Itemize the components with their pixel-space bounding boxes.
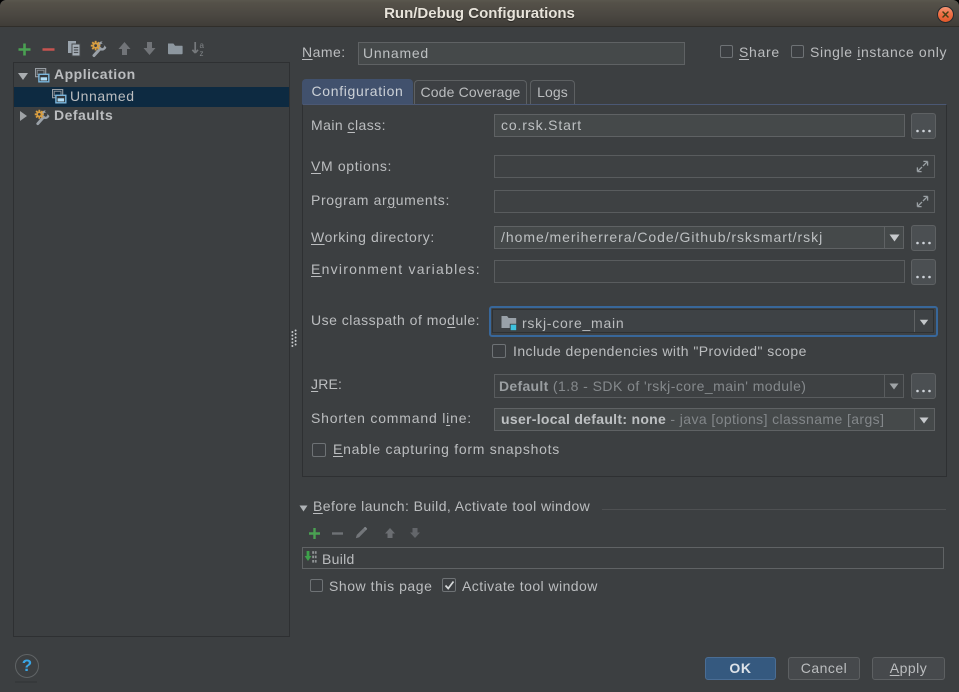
svg-text:z: z <box>200 49 204 57</box>
